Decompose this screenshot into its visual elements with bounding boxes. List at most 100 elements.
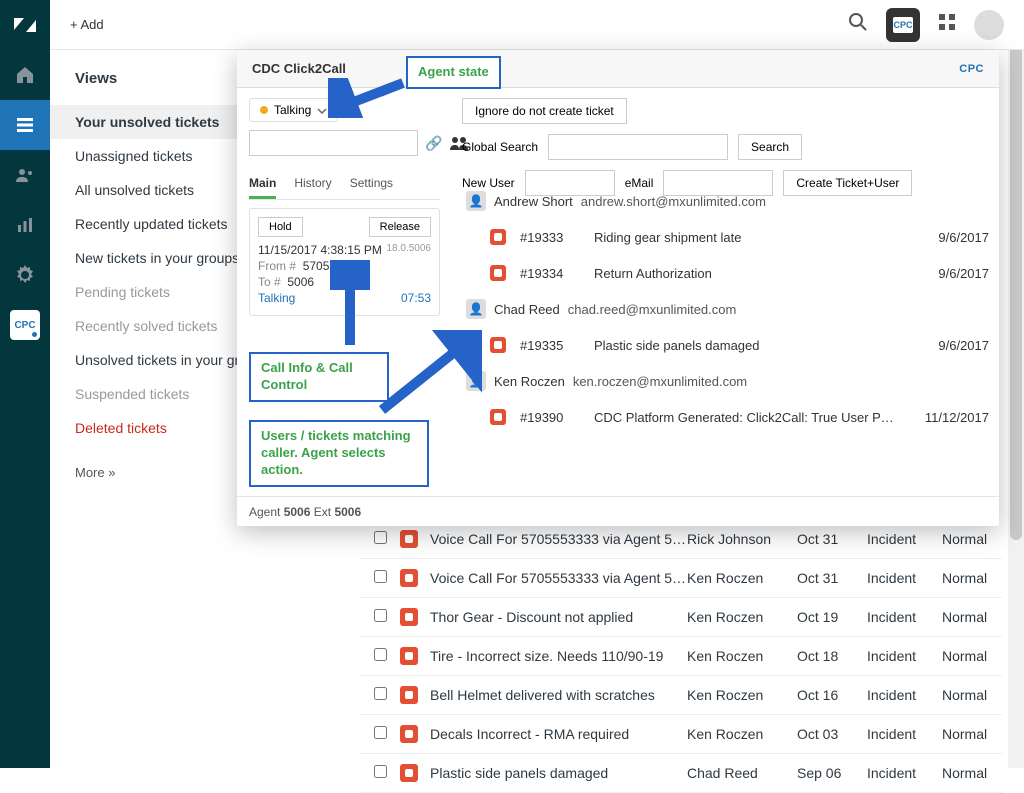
result-ticket[interactable]: #19335 Plastic side panels damaged 9/6/201… [462, 327, 993, 363]
cpc-app-icon[interactable]: CPC [10, 310, 40, 340]
footer-ext-label: Ext [314, 505, 331, 519]
tab-settings[interactable]: Settings [350, 170, 393, 199]
ticket-subject: Voice Call For 5705553333 via Agent 5… [430, 570, 687, 586]
result-user[interactable]: 👤Ken Roczenken.roczen@mxunlimited.com [462, 363, 993, 399]
ignore-button[interactable]: Ignore do not create ticket [462, 98, 627, 124]
user-name: Ken Roczen [494, 374, 565, 389]
row-checkbox[interactable] [374, 648, 387, 661]
call-version: 18.0.5006 [387, 243, 432, 257]
views-icon[interactable] [0, 100, 50, 150]
chevron-down-icon [317, 103, 327, 117]
ticket-date: Sep 06 [797, 765, 867, 781]
ticket-priority: Normal [942, 765, 1002, 781]
ticket-subject: Return Authorization [594, 266, 895, 281]
reporting-icon[interactable] [0, 200, 50, 250]
ticket-subject: Voice Call For 5705553333 via Agent 5… [430, 531, 687, 547]
admin-icon[interactable] [0, 250, 50, 300]
ticket-subject: Plastic side panels damaged [594, 338, 895, 353]
to-label: To # [258, 275, 281, 289]
top-bar: + Add CPC [50, 0, 1024, 50]
ticket-date: Oct 19 [797, 609, 867, 625]
global-search-input[interactable] [548, 134, 728, 160]
release-button[interactable]: Release [369, 217, 431, 237]
ticket-status-icon [400, 530, 418, 548]
table-row[interactable]: Thor Gear - Discount not appliedKen Rocz… [360, 598, 1002, 637]
row-checkbox[interactable] [374, 531, 387, 544]
status-dot-icon [260, 106, 268, 114]
ticket-number: #19390 [520, 410, 580, 425]
ticket-status-icon [490, 265, 506, 281]
table-row[interactable]: Tire - Incorrect size. Needs 110/90-19Ke… [360, 637, 1002, 676]
zendesk-logo-icon [0, 0, 50, 50]
table-row[interactable]: Bell Helmet delivered with scratchesKen … [360, 676, 1002, 715]
user-email: andrew.short@mxunlimited.com [581, 194, 766, 209]
result-user[interactable]: 👤Chad Reedchad.reed@mxunlimited.com [462, 291, 993, 327]
ticket-priority: Normal [942, 648, 1002, 664]
agent-state-label: Talking [274, 103, 311, 117]
ticket-subject: Bell Helmet delivered with scratches [430, 687, 687, 703]
tab-history[interactable]: History [294, 170, 331, 199]
left-rail: CPC [0, 0, 50, 768]
ticket-priority: Normal [942, 609, 1002, 625]
ticket-type: Incident [867, 648, 942, 664]
user-name: Andrew Short [494, 194, 573, 209]
result-ticket[interactable]: #19334Return Authorization9/6/2017 [462, 255, 993, 291]
result-ticket[interactable]: #19390CDC Platform Generated: Click2Call… [462, 399, 993, 435]
popup-title: CDC Click2Call [252, 61, 346, 76]
ticket-number: #19335 [520, 338, 580, 353]
cpc-logo: CPC [959, 63, 984, 75]
user-icon: 👤 [466, 191, 486, 211]
add-button[interactable]: + Add [70, 17, 104, 32]
cpc-badge[interactable]: CPC [886, 8, 920, 42]
link-icon[interactable]: 🔗 [424, 130, 443, 156]
ticket-date: 9/6/2017 [909, 230, 989, 245]
ticket-subject: Decals Incorrect - RMA required [430, 726, 687, 742]
ticket-status-icon [400, 686, 418, 704]
row-checkbox[interactable] [374, 726, 387, 739]
popup-tabs: Main History Settings [249, 170, 440, 200]
table-row[interactable]: Plastic side panels damagedChad ReedSep … [360, 754, 1002, 793]
row-checkbox[interactable] [374, 609, 387, 622]
ticket-date: Oct 31 [797, 531, 867, 547]
table-row[interactable]: Decals Incorrect - RMA requiredKen Rocze… [360, 715, 1002, 754]
arrow-call-info [330, 260, 370, 350]
ticket-number: #19333 [520, 230, 580, 245]
result-user[interactable]: 👤 Andrew Short andrew.short@mxunlimited.co… [462, 183, 993, 219]
callout-agent-state: Agent state [406, 56, 501, 89]
user-email: chad.reed@mxunlimited.com [568, 302, 737, 317]
search-icon[interactable] [848, 12, 868, 37]
apps-grid-icon[interactable] [938, 13, 956, 36]
to-number: 5006 [287, 275, 314, 289]
user-avatar[interactable] [974, 10, 1004, 40]
arrow-agent-state [328, 78, 408, 118]
ticket-status-icon [490, 229, 506, 245]
ticket-status-icon [490, 337, 506, 353]
row-checkbox[interactable] [374, 570, 387, 583]
page-scrollbar[interactable] [1008, 0, 1024, 768]
home-icon[interactable] [0, 50, 50, 100]
ticket-type: Incident [867, 765, 942, 781]
agent-state-dropdown[interactable]: Talking [249, 98, 338, 122]
ticket-subject: Riding gear shipment late [594, 230, 895, 245]
ticket-status-icon [400, 647, 418, 665]
ticket-date: 9/6/2017 [909, 338, 989, 353]
result-ticket[interactable]: #19333 Riding gear shipment late 9/6/2017 [462, 219, 993, 255]
customers-icon[interactable] [0, 150, 50, 200]
ticket-requester: Ken Roczen [687, 687, 797, 703]
ticket-priority: Normal [942, 531, 1002, 547]
table-row[interactable]: Voice Call For 5705553333 via Agent 5…Ke… [360, 559, 1002, 598]
popup-footer: Agent 5006 Ext 5006 [237, 496, 999, 526]
user-icon: 👤 [466, 299, 486, 319]
search-button[interactable]: Search [738, 134, 802, 160]
ticket-priority: Normal [942, 726, 1002, 742]
dial-input[interactable] [249, 130, 418, 156]
row-checkbox[interactable] [374, 687, 387, 700]
row-checkbox[interactable] [374, 765, 387, 778]
hold-button[interactable]: Hold [258, 217, 303, 237]
ticket-requester: Ken Roczen [687, 570, 797, 586]
ticket-date: Oct 03 [797, 726, 867, 742]
ticket-status-icon [400, 569, 418, 587]
results-list[interactable]: 👤 Andrew Short andrew.short@mxunlimited.co… [462, 183, 993, 496]
ticket-type: Incident [867, 570, 942, 586]
tab-main[interactable]: Main [249, 170, 276, 199]
